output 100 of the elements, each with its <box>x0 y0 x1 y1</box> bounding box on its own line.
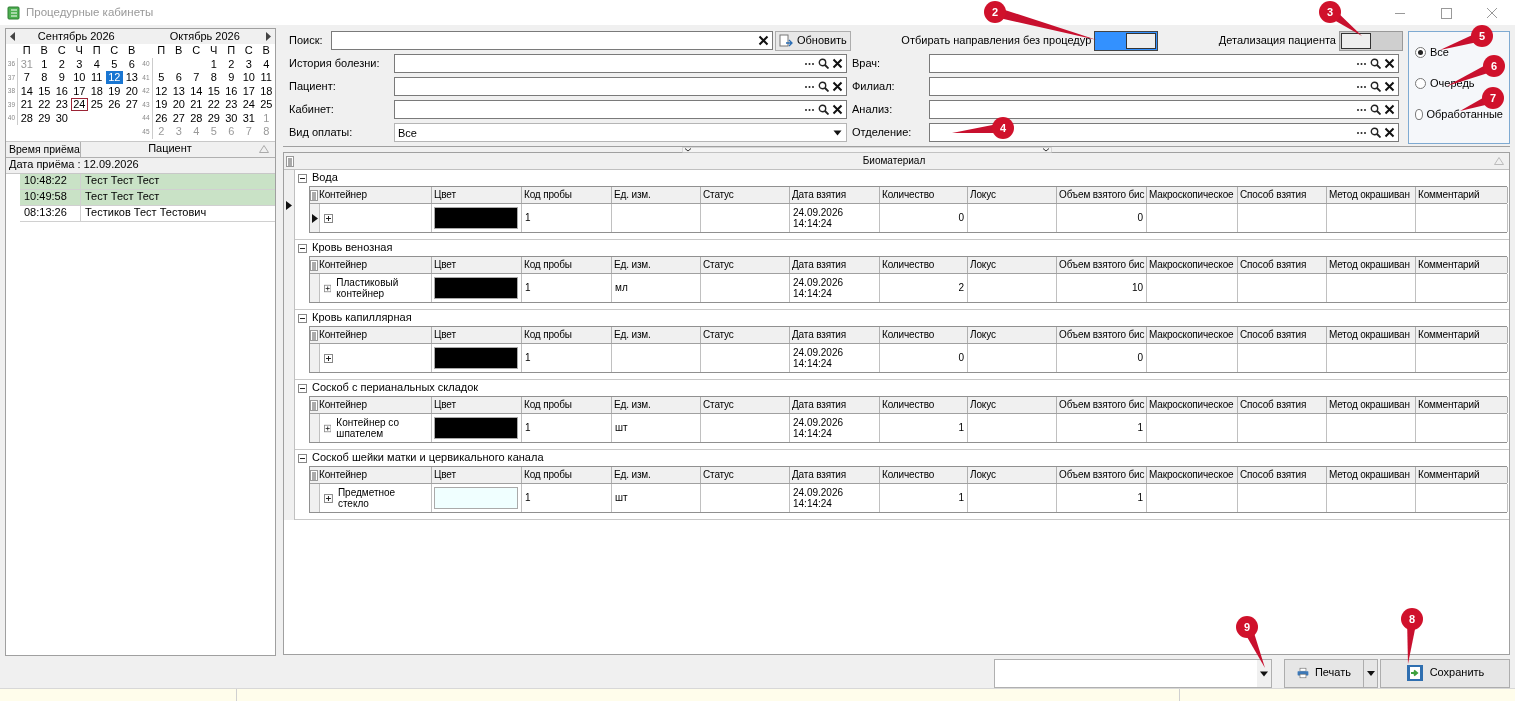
collapse-handle-icon[interactable] <box>681 147 1052 153</box>
calendar-day[interactable]: 8 <box>205 71 223 85</box>
clear-icon[interactable] <box>758 35 769 46</box>
row-indicator[interactable] <box>284 170 295 240</box>
column-header[interactable]: Макроскопическое <box>1147 327 1238 343</box>
calendar-day[interactable]: 20 <box>123 84 141 98</box>
calendar-day[interactable]: 22 <box>35 98 53 112</box>
toggle-switch[interactable] <box>1094 30 1159 51</box>
column-header[interactable]: Количество <box>880 467 968 483</box>
column-header[interactable]: Макроскопическое <box>1147 257 1238 273</box>
search-icon[interactable] <box>818 81 829 92</box>
expand-icon[interactable] <box>324 283 332 293</box>
calendar-day[interactable]: 11 <box>88 71 106 85</box>
calendar-day[interactable]: 13 <box>123 71 141 85</box>
calendar-day[interactable]: 17 <box>240 84 258 98</box>
column-chooser-icon[interactable] <box>286 155 294 167</box>
calendar-day[interactable]: 24 <box>240 98 258 112</box>
column-header[interactable]: Дата взятия <box>790 467 880 483</box>
column-chooser-icon[interactable] <box>310 189 318 201</box>
column-header[interactable]: Статус <box>701 257 790 273</box>
column-header[interactable]: Количество <box>880 327 968 343</box>
calendar-day[interactable]: 19 <box>105 84 123 98</box>
column-header[interactable]: Объем взятого бис <box>1057 397 1147 413</box>
save-button[interactable]: Сохранить <box>1380 658 1510 688</box>
column-header[interactable]: Метод окрашиван <box>1327 327 1416 343</box>
column-header[interactable]: Статус <box>701 327 790 343</box>
calendar-day[interactable]: 18 <box>88 84 106 98</box>
column-header[interactable]: Локус <box>968 467 1057 483</box>
radio-label[interactable]: Обработанные <box>1426 108 1503 122</box>
toggle-switch[interactable] <box>1339 30 1403 51</box>
column-header[interactable]: Количество <box>880 187 968 203</box>
column-header[interactable]: Объем взятого бис <box>1057 327 1147 343</box>
clear-icon[interactable] <box>1384 81 1395 92</box>
calendar-day[interactable]: 24 <box>70 98 88 112</box>
column-header[interactable]: Способ взятия <box>1238 257 1327 273</box>
column-header[interactable]: Метод окрашиван <box>1327 257 1416 273</box>
column-header[interactable]: Дата взятия <box>790 327 880 343</box>
column-header[interactable]: Комментарий <box>1416 257 1508 273</box>
calendar-day[interactable]: 3 <box>240 57 258 71</box>
column-header[interactable]: Статус <box>701 467 790 483</box>
calendar-day[interactable]: 20 <box>170 98 188 112</box>
column-header[interactable]: Метод окрашиван <box>1327 467 1416 483</box>
column-header[interactable]: Ед. изм. <box>612 467 701 483</box>
calendar-day[interactable]: 31 <box>240 111 258 125</box>
column-chooser-icon[interactable] <box>310 469 318 481</box>
calendar-day[interactable]: 16 <box>53 84 71 98</box>
column-header[interactable]: Код пробы <box>522 467 612 483</box>
column-header[interactable]: Локус <box>968 327 1057 343</box>
lookup-field[interactable] <box>394 54 847 73</box>
calendar-day[interactable]: 30 <box>222 111 240 125</box>
calendar-day[interactable]: 25 <box>88 98 106 112</box>
column-header[interactable]: Ед. изм. <box>612 187 701 203</box>
calendar-day[interactable]: 26 <box>105 98 123 112</box>
collapse-icon[interactable] <box>298 243 307 253</box>
column-header[interactable]: Цвет <box>432 327 522 343</box>
search-icon[interactable] <box>1370 58 1381 69</box>
radio-label[interactable]: Очередь <box>1430 77 1475 91</box>
calendar-day[interactable]: 18 <box>257 84 275 98</box>
lookup-field[interactable] <box>929 54 1399 73</box>
search-field[interactable] <box>331 31 773 50</box>
column-chooser-icon[interactable] <box>310 259 318 271</box>
calendar-day[interactable]: 7 <box>187 71 205 85</box>
column-header[interactable]: Способ взятия <box>1238 187 1327 203</box>
search-icon[interactable] <box>1370 127 1381 138</box>
column-header[interactable]: Макроскопическое <box>1147 187 1238 203</box>
lookup-field[interactable] <box>929 100 1399 119</box>
previous-month-icon[interactable] <box>10 32 16 41</box>
column-header[interactable]: Ед. изм. <box>612 327 701 343</box>
calendar-day[interactable]: 13 <box>170 84 188 98</box>
clear-icon[interactable] <box>832 81 843 92</box>
column-header[interactable]: Способ взятия <box>1238 397 1327 413</box>
calendar-day[interactable]: 4 <box>257 57 275 71</box>
collapse-icon[interactable] <box>298 383 307 393</box>
column-header[interactable]: Статус <box>701 187 790 203</box>
calendar-day[interactable]: 2 <box>222 57 240 71</box>
radio-button[interactable] <box>1415 47 1426 59</box>
calendar-day[interactable]: 25 <box>257 98 275 112</box>
calendar-day[interactable]: 23 <box>53 98 71 112</box>
column-header[interactable]: Код пробы <box>522 327 612 343</box>
calendar-day[interactable]: 6 <box>170 71 188 85</box>
clear-icon[interactable] <box>1384 58 1395 69</box>
column-header[interactable]: Пациент <box>81 142 259 156</box>
calendar-day[interactable]: 8 <box>35 71 53 85</box>
calendar-day[interactable]: 7 <box>18 71 36 85</box>
column-header[interactable]: Способ взятия <box>1238 467 1327 483</box>
expand-icon[interactable] <box>324 423 332 433</box>
calendar-day[interactable]: 12 <box>152 84 170 98</box>
column-chooser-icon[interactable] <box>310 399 318 411</box>
column-header[interactable]: Дата взятия <box>790 187 880 203</box>
column-header[interactable]: Локус <box>968 397 1057 413</box>
calendar-day[interactable]: 4 <box>88 57 106 71</box>
print-button[interactable]: Печать <box>1284 658 1364 688</box>
collapse-icon[interactable] <box>298 173 307 183</box>
column-header[interactable]: Количество <box>880 397 968 413</box>
column-header[interactable]: Код пробы <box>522 257 612 273</box>
calendar-day[interactable]: 14 <box>18 84 36 98</box>
calendar-day[interactable]: 9 <box>222 71 240 85</box>
column-header[interactable]: Комментарий <box>1416 327 1508 343</box>
column-header[interactable]: Контейнер <box>319 189 367 201</box>
column-chooser-icon[interactable] <box>310 329 318 341</box>
